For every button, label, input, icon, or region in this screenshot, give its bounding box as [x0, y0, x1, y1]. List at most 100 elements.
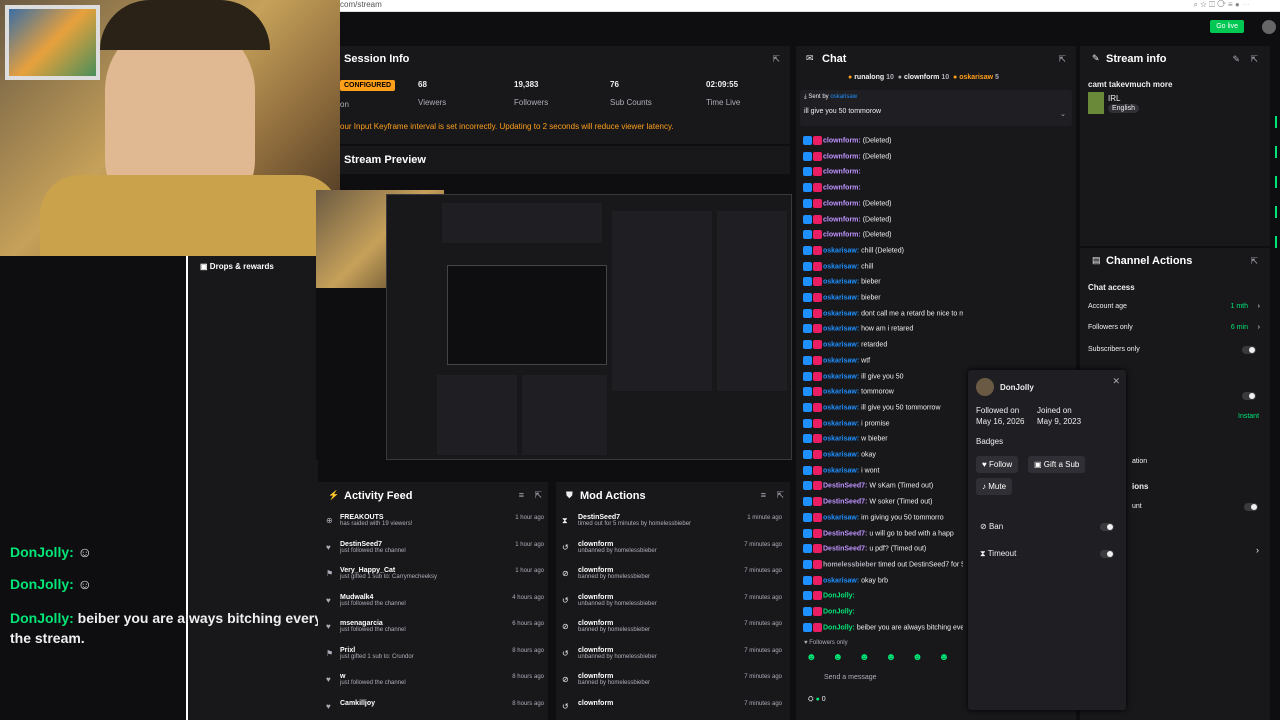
channel-points[interactable]: ⛭ ● 0 — [808, 696, 826, 704]
subscribers-only-row: Subscribers only — [1088, 346, 1260, 354]
close-icon[interactable]: ✕ — [1112, 376, 1120, 387]
chat-message[interactable]: oskarisaw: w bieber — [803, 434, 963, 444]
chat-message[interactable]: oskarisaw: chill — [803, 261, 963, 271]
activity-item[interactable]: ♥ msenagarcia just followed the channel 6 h… — [326, 620, 546, 633]
vip-badge-icon — [813, 387, 822, 397]
chat-message[interactable]: DestinSeed7: u pdf? (Timed out) — [803, 544, 963, 554]
activity-item[interactable]: ♥ Camkilljoy 8 hours ago — [326, 700, 546, 711]
followers-only-row[interactable]: Followers only 6 min › — [1088, 324, 1260, 331]
chat-message[interactable]: oskarisaw: wtf — [803, 355, 963, 365]
popout-icon[interactable]: ⇱ — [1058, 54, 1066, 65]
chat-message[interactable]: clownform: (Deleted) — [803, 214, 963, 224]
chat-message[interactable]: DonJolly: — [803, 607, 963, 616]
chat-message[interactable]: oskarisaw: bieber — [803, 293, 963, 302]
chat-message[interactable]: clownform: (Deleted) — [803, 230, 963, 240]
chat-input-text: Send a message — [824, 674, 877, 681]
mod-action-item[interactable]: ⊘ clownform banned by homelessbieber 7 minu… — [562, 567, 784, 580]
activity-item[interactable]: ♥ Mudwalk4 just followed the channel 4 hour… — [326, 594, 546, 607]
popout-icon[interactable]: ⇱ — [772, 54, 780, 65]
ban-toggle[interactable] — [1100, 523, 1114, 531]
chat-message[interactable]: DestinSeed7: W sKam (Timed out) — [803, 481, 963, 491]
mod-badge-icon — [803, 497, 812, 507]
chat-message[interactable]: oskarisaw: im giving you 50 tommorro — [803, 512, 963, 522]
mod-action-item[interactable]: ↺ clownform 7 minutes ago — [562, 700, 784, 711]
activity-item[interactable]: ♥ w just followed the channel 8 hours ago — [326, 673, 546, 686]
chat-message[interactable]: oskarisaw: how am i retared — [803, 324, 963, 334]
chat-message[interactable]: oskarisaw: okay — [803, 450, 963, 459]
chat-message[interactable]: DestinSeed7: u will go to bed with a hap… — [803, 528, 963, 538]
activity-item[interactable]: ⚑ Very_Happy_Cat just gifted 1 sub to: Car… — [326, 567, 546, 580]
activity-item[interactable]: ♥ DestinSeed7 just followed the channel 1 h… — [326, 541, 546, 554]
chat-message[interactable]: oskarisaw: okay brb — [803, 575, 963, 585]
timeout-toggle[interactable] — [1100, 550, 1114, 558]
edit-icon[interactable]: ✎ — [1232, 54, 1240, 65]
filter-icon[interactable]: ≡ — [761, 490, 766, 500]
chat-message[interactable]: DonJolly: beiber you are always bitching… — [803, 622, 963, 632]
headset-icon — [100, 0, 270, 50]
mute-button[interactable]: ♪ Mute — [976, 478, 1013, 495]
instant-label: Instant — [1238, 413, 1260, 420]
mod-badge-icon — [803, 434, 812, 444]
mod-badge-icon — [803, 481, 812, 491]
gift-icon: ▣ — [1034, 460, 1042, 469]
chat-message[interactable]: oskarisaw: ill give you 50 — [803, 371, 963, 381]
chat-message[interactable]: clownform: — [803, 167, 963, 177]
browser-address-bar[interactable]: com/stream ⌕ ☆ ◫ ⟳ ≡ ● ⋯ — [330, 0, 1280, 12]
gift-icon: ▣ — [200, 262, 208, 271]
mod-action-item[interactable]: ⧗ DestinSeed7 timed out for 5 minutes by h… — [562, 514, 784, 527]
chat-message[interactable]: oskarisaw: bieber — [803, 277, 963, 287]
mod-action-item[interactable]: ↺ clownform unbanned by homelessbieber 7 mi… — [562, 594, 784, 607]
drops-rewards-link[interactable]: ▣ Drops & rewards — [200, 262, 274, 271]
chat-message[interactable]: oskarisaw: ill give you 50 tommorrow — [803, 402, 963, 412]
mod-badge-icon — [803, 544, 812, 554]
follow-button[interactable]: ♥ Follow — [976, 456, 1019, 473]
mod-icon: ⊘ — [562, 675, 569, 684]
popout-icon[interactable]: ⇱ — [534, 490, 542, 501]
chat-message[interactable]: oskarisaw: dont call me a retard be nice… — [803, 308, 963, 318]
chat-message[interactable]: clownform: (Deleted) — [803, 136, 963, 145]
toggle[interactable] — [1244, 503, 1258, 511]
chat-message[interactable]: homelessbieber timed out DestinSeed7 for… — [803, 559, 963, 569]
user-card: DonJolly ✕ Followed on May 16, 2026 Join… — [968, 370, 1126, 710]
activity-icon: ⚑ — [326, 569, 334, 578]
chat-message[interactable]: clownform: (Deleted) — [803, 151, 963, 161]
activity-item[interactable]: ⚑ Prixl just gifted 1 sub to: Crundor 8 hou… — [326, 647, 546, 660]
activity-icon: ♥ — [326, 675, 331, 684]
wall-painting — [5, 5, 100, 80]
chat-message[interactable]: oskarisaw: i wont — [803, 465, 963, 475]
filter-icon[interactable]: ≡ — [519, 490, 524, 500]
go-live-button[interactable]: Go live — [1210, 20, 1244, 33]
chat-message[interactable]: oskarisaw: i promise — [803, 418, 963, 428]
activity-item[interactable]: ⊕ FREAKOUTS has raided with 19 viewers! 1 h… — [326, 514, 546, 527]
popout-icon[interactable]: ⇱ — [1250, 256, 1258, 267]
chat-message[interactable]: oskarisaw: chill (Deleted) — [803, 245, 963, 255]
chevron-down-icon[interactable]: ⌄ — [1060, 110, 1066, 118]
chat-message[interactable]: clownform: (Deleted) — [803, 198, 963, 208]
avatar[interactable] — [1262, 20, 1276, 34]
stream-info-panel: ✎ Stream info ✎ ⇱ camt takevmuch more IR… — [1080, 46, 1270, 246]
mod-action-item[interactable]: ↺ clownform unbanned by homelessbieber 7 mi… — [562, 647, 784, 660]
chat-message[interactable]: DestinSeed7: W soker (Timed out) — [803, 497, 963, 507]
category: IRL — [1108, 94, 1121, 103]
mod-action-item[interactable]: ⊘ clownform banned by homelessbieber 7 minu… — [562, 620, 784, 633]
pinned-message[interactable]: ⤓ Sent by oskarisaw ill give you 50 tomm… — [800, 90, 1072, 126]
account-age-row[interactable]: Account age 1 mth › — [1088, 303, 1260, 310]
vip-badge-icon — [813, 434, 822, 444]
followers-only-label: ♥ Followers only — [804, 640, 848, 646]
subscribers-only-toggle[interactable] — [1242, 346, 1256, 354]
gift-sub-button[interactable]: ▣ Gift a Sub — [1028, 456, 1086, 473]
top-nav: Go live — [330, 12, 1280, 44]
toggle[interactable] — [1242, 392, 1256, 400]
chat-message[interactable]: oskarisaw: tommorow — [803, 387, 963, 397]
stat-time-live: 02:09:55 Time Live — [706, 80, 741, 107]
popout-icon[interactable]: ⇱ — [776, 490, 784, 501]
chat-input[interactable]: Send a message — [806, 670, 966, 684]
chat-message[interactable]: clownform: — [803, 183, 963, 193]
panel-title: Chat — [822, 53, 847, 65]
chat-message[interactable]: oskarisaw: retarded — [803, 340, 963, 350]
popout-icon[interactable]: ⇱ — [1250, 54, 1258, 65]
chevron-right-icon[interactable]: › — [1256, 545, 1259, 555]
chat-message[interactable]: DonJolly: — [803, 591, 963, 601]
mod-action-item[interactable]: ⊘ clownform banned by homelessbieber 7 minu… — [562, 673, 784, 686]
mod-action-item[interactable]: ↺ clownform unbanned by homelessbieber 7 mi… — [562, 541, 784, 554]
